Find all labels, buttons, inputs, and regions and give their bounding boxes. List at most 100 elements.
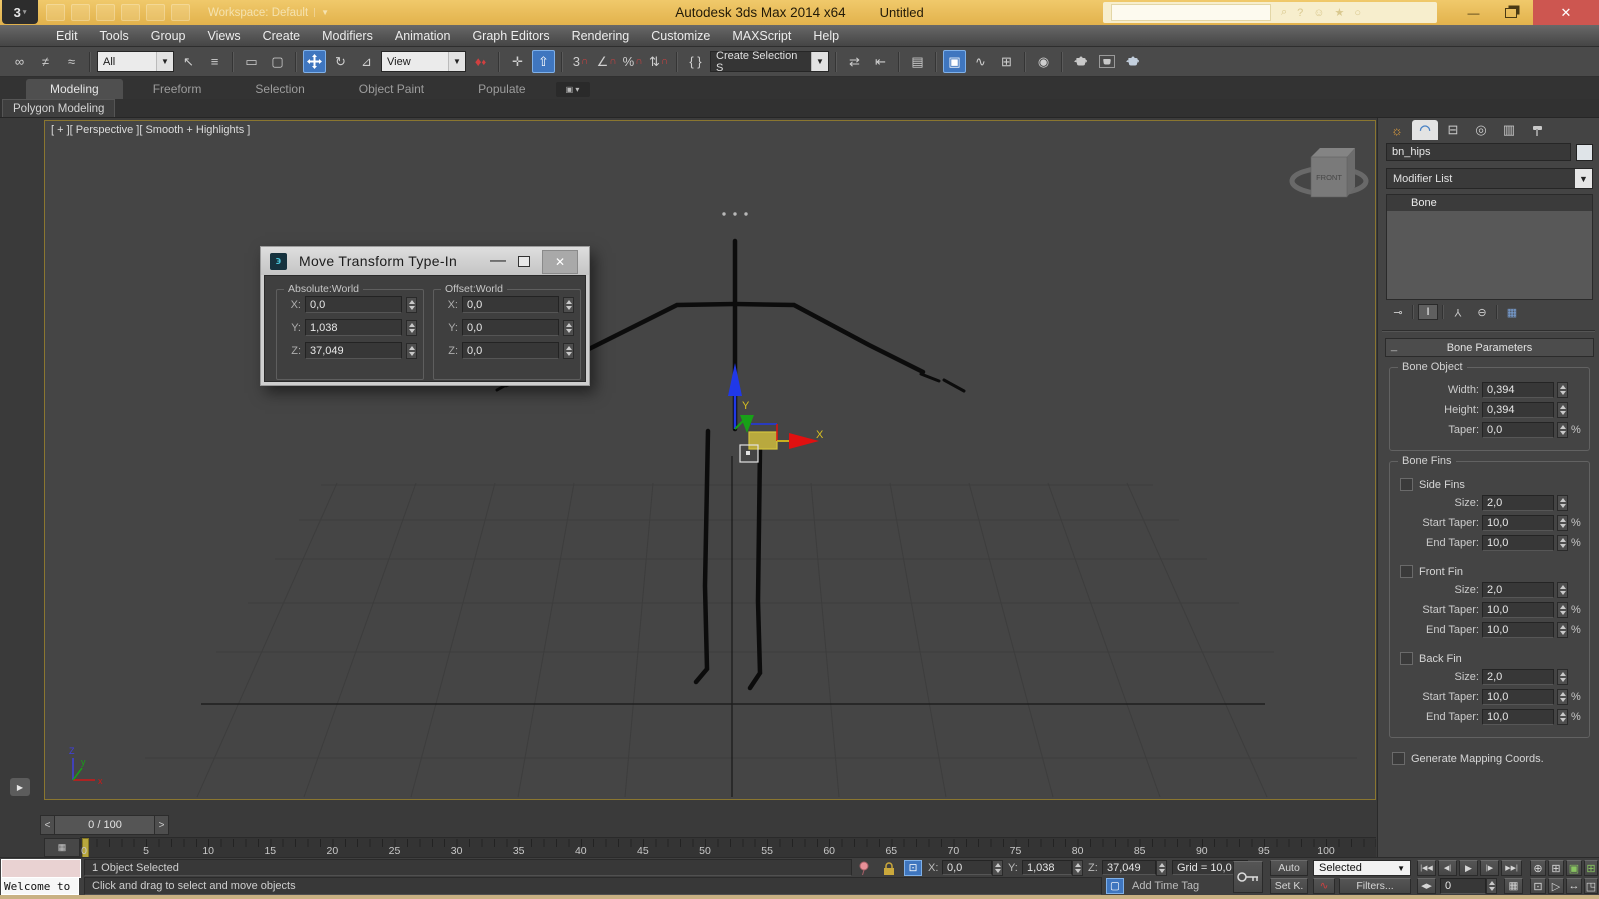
pan-view-button[interactable]: ↔ <box>1566 878 1582 894</box>
taper-spinner[interactable] <box>1557 422 1568 438</box>
configure-modifier-sets-button[interactable]: ▦ <box>1502 304 1522 320</box>
mirror-button[interactable]: ⇄ <box>843 50 866 73</box>
menu-item[interactable]: Tools <box>89 29 140 43</box>
timeline-tick-label[interactable]: 55 <box>761 845 773 857</box>
front-size-spinner[interactable] <box>1557 582 1568 598</box>
snap-toggle-3d-button[interactable]: 3∩ <box>569 50 592 73</box>
front-start-taper-spinner[interactable] <box>1557 602 1568 618</box>
edit-named-selection-sets-button[interactable]: { } <box>684 50 707 73</box>
timeline-tick-label[interactable]: 80 <box>1072 845 1084 857</box>
back-start-taper-spinner[interactable] <box>1557 689 1568 705</box>
y-coord-spinner[interactable] <box>1072 860 1083 876</box>
create-tab[interactable]: ☼ <box>1384 120 1410 140</box>
favorites-star-icon[interactable]: ★ <box>1335 6 1345 19</box>
previous-frame-slider-button[interactable]: < <box>40 815 55 835</box>
timeline-tick-label[interactable]: 10 <box>202 845 214 857</box>
transform-type-in-dialog[interactable]: ϶ Move Transform Type-In — ✕ Absolute:Wo… <box>260 246 590 386</box>
open-file-icon[interactable] <box>71 4 90 21</box>
z-coord-field[interactable]: 37,049 <box>1102 860 1156 875</box>
time-configuration-button[interactable]: ▦ <box>1504 878 1523 894</box>
selection-lock-icon[interactable] <box>882 861 896 876</box>
absolute-y-field[interactable]: 1,038 <box>305 319 402 336</box>
selected-bone[interactable] <box>749 432 777 449</box>
select-and-move-button[interactable] <box>303 50 326 73</box>
close-button[interactable]: ✕ <box>1533 0 1599 25</box>
render-setup-button[interactable] <box>1069 50 1092 73</box>
modifier-stack[interactable]: Bone <box>1386 194 1593 300</box>
angle-snap-button[interactable]: ∠∩ <box>595 50 618 73</box>
graphite-ribbon-toggle-button[interactable]: ▣ <box>943 50 966 73</box>
viewport-layout-tabs-expand-button[interactable]: ▶ <box>10 778 30 796</box>
adaptive-degradation-icon[interactable]: ▢ <box>1106 878 1124 894</box>
selection-filter-dropdown[interactable]: All ▼ <box>97 51 174 72</box>
front-end-taper-field[interactable]: 10,0 <box>1482 622 1554 638</box>
menu-item[interactable]: Views <box>196 29 251 43</box>
current-frame-field[interactable]: 0 <box>1440 878 1486 894</box>
side-end-taper-field[interactable]: 10,0 <box>1482 535 1554 551</box>
absolute-z-field[interactable]: 37,049 <box>305 342 402 359</box>
minimize-button[interactable]: — <box>1455 0 1492 25</box>
viewport-scene[interactable]: X Y FRONT Z x y <box>45 121 1375 799</box>
timeline-tick-label[interactable]: 25 <box>389 845 401 857</box>
x-coord-spinner[interactable] <box>992 860 1003 876</box>
align-button[interactable]: ⇤ <box>869 50 892 73</box>
back-start-taper-field[interactable]: 10,0 <box>1482 689 1554 705</box>
reference-coordinate-dropdown[interactable]: View ▼ <box>381 51 466 72</box>
z-coord-spinner[interactable] <box>1156 860 1167 876</box>
remove-modifier-button[interactable]: ⊖ <box>1472 304 1492 320</box>
back-size-field[interactable]: 2,0 <box>1482 669 1554 685</box>
back-end-taper-field[interactable]: 10,0 <box>1482 709 1554 725</box>
timeline-tick-label[interactable]: 45 <box>637 845 649 857</box>
zoom-all-button[interactable]: ⊞ <box>1548 860 1564 876</box>
field-of-view-button[interactable]: ▷ <box>1548 878 1564 894</box>
back-end-taper-spinner[interactable] <box>1557 709 1568 725</box>
infocenter-search-input[interactable] <box>1111 4 1271 21</box>
isolate-selection-icon[interactable] <box>858 861 871 876</box>
undo-icon[interactable] <box>121 4 140 21</box>
viewcube[interactable]: FRONT <box>1292 148 1366 197</box>
ribbon-tab-object-paint[interactable]: Object Paint <box>335 79 448 99</box>
bind-to-space-warp-icon[interactable]: ≈ <box>60 50 83 73</box>
taper-field[interactable]: 0,0 <box>1482 422 1554 438</box>
absolute-offset-toggle-button[interactable]: ⊡ <box>904 860 922 876</box>
side-size-spinner[interactable] <box>1557 495 1568 511</box>
go-to-end-button[interactable]: ▶▶| <box>1501 860 1522 876</box>
side-end-taper-spinner[interactable] <box>1557 535 1568 551</box>
absolute-z-spinner[interactable] <box>406 343 417 359</box>
window-crossing-toggle-button[interactable]: ▢ <box>266 50 289 73</box>
offset-z-field[interactable]: 0,0 <box>462 342 559 359</box>
set-key-mode-button[interactable]: Set K. <box>1270 878 1308 894</box>
timeline-tick-label[interactable]: 70 <box>948 845 960 857</box>
track-bar[interactable]: 0510152025303540455055606570758085909510… <box>80 837 1376 858</box>
menu-item[interactable]: Modifiers <box>311 29 384 43</box>
menu-item[interactable]: Animation <box>384 29 462 43</box>
absolute-x-field[interactable]: 0,0 <box>305 296 402 313</box>
rectangular-selection-region-button[interactable]: ▭ <box>240 50 263 73</box>
zoom-region-button[interactable]: ⊡ <box>1530 878 1546 894</box>
zoom-extents-all-button[interactable]: ⊞ <box>1584 860 1598 876</box>
back-fin-checkbox[interactable] <box>1400 652 1413 665</box>
viewport-label[interactable]: [ + ][ Perspective ][ Smooth + Highlight… <box>51 124 250 136</box>
x-coord-field[interactable]: 0,0 <box>942 860 992 875</box>
utilities-tab[interactable] <box>1524 120 1550 140</box>
dialog-minimize-button[interactable]: — <box>487 251 509 271</box>
zoom-extents-selected-button[interactable]: ▣ <box>1566 860 1582 876</box>
width-field[interactable]: 0,394 <box>1482 382 1554 398</box>
select-and-rotate-button[interactable]: ↻ <box>329 50 352 73</box>
front-fin-checkbox[interactable] <box>1400 565 1413 578</box>
select-by-name-button[interactable]: ≡ <box>203 50 226 73</box>
layer-manager-button[interactable]: ▤ <box>906 50 929 73</box>
named-selection-sets-dropdown[interactable]: Create Selection S ▼ <box>710 51 829 72</box>
front-size-field[interactable]: 2,0 <box>1482 582 1554 598</box>
side-start-taper-spinner[interactable] <box>1557 515 1568 531</box>
keyboard-shortcut-override-button[interactable]: ⇧ <box>532 50 555 73</box>
ribbon-display-options-dropdown[interactable]: ▣ ▾ <box>556 82 590 97</box>
unlink-selection-icon[interactable]: ≠ <box>34 50 57 73</box>
y-coord-field[interactable]: 1,038 <box>1022 860 1072 875</box>
play-button[interactable]: ▶ <box>1459 860 1478 876</box>
timeline-tick-label[interactable]: 35 <box>513 845 525 857</box>
maximize-button[interactable] <box>1492 0 1529 25</box>
offset-x-spinner[interactable] <box>563 297 574 313</box>
redo-icon[interactable] <box>146 4 165 21</box>
front-start-taper-field[interactable]: 10,0 <box>1482 602 1554 618</box>
